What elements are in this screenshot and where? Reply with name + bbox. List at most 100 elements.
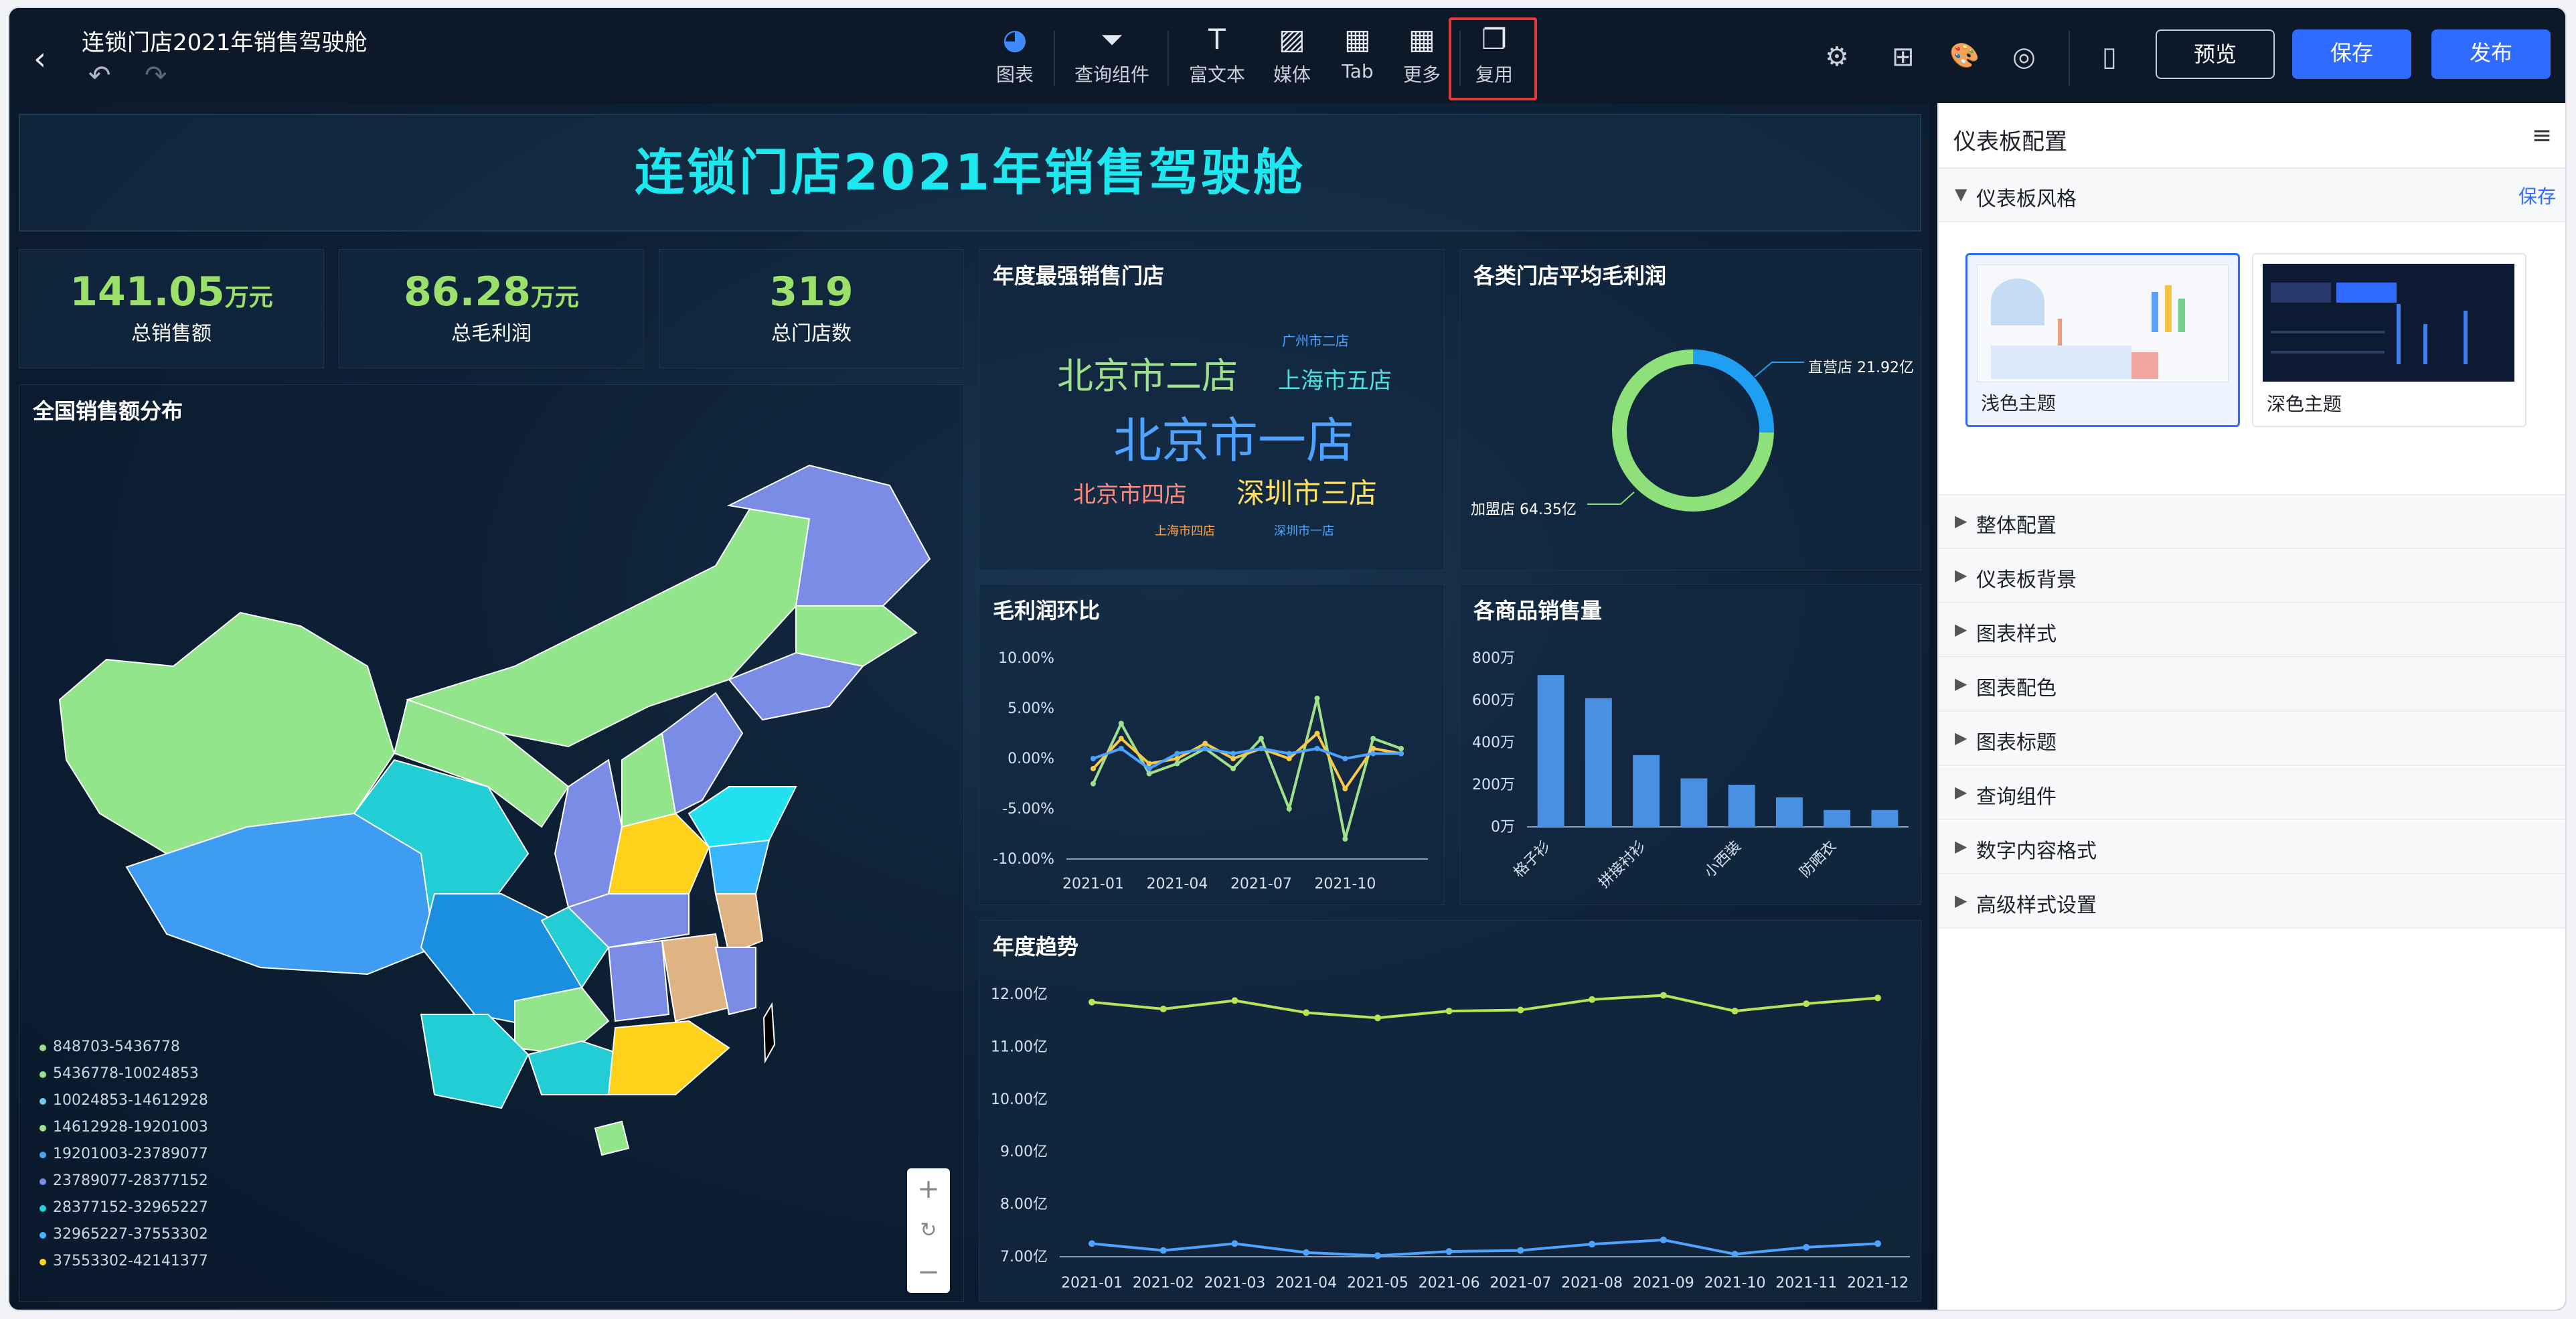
data-point	[1174, 756, 1180, 761]
data-point	[1374, 1014, 1381, 1022]
map-panel[interactable]: 全国销售额分布 848703-5436778 5436778-10024853 10…	[19, 384, 964, 1302]
section-3[interactable]: ▶ 图表配色	[1939, 658, 2565, 712]
donut-slice-直营店	[1692, 350, 1774, 433]
legend-item[interactable]: 28377152-32965227	[39, 1199, 208, 1216]
mom-line-chart[interactable]: 10.00% 5.00% 0.00% -5.00% -10.00% 2021-01 2021…	[979, 585, 1445, 906]
data-point	[1258, 736, 1264, 741]
theme-dark[interactable]: 深色主题	[2252, 253, 2526, 427]
section-1[interactable]: ▶ 仪表板背景	[1939, 550, 2565, 603]
divider	[1054, 31, 1055, 86]
tool-rich-text[interactable]: T 富文本	[1184, 23, 1251, 87]
theme-label: 深色主题	[2267, 393, 2342, 415]
section-7[interactable]: ▶ 高级样式设置	[1939, 875, 2565, 929]
section-0[interactable]: ▶ 整体配置	[1939, 495, 2565, 549]
y-tick-label: 10.00亿	[991, 1091, 1048, 1108]
section-dashboard-style[interactable]: ▼ 仪表板风格 保存	[1939, 169, 2565, 222]
legend-dot	[39, 1152, 46, 1158]
kpi-total-profit[interactable]: 86.28万元 总毛利润	[339, 249, 644, 368]
pie-chart-icon: ◕	[1002, 23, 1028, 56]
region-guangdong	[607, 1020, 730, 1095]
back-arrow-icon[interactable]: ‹	[33, 40, 46, 78]
save-style-link[interactable]: 保存	[2518, 182, 2556, 209]
section-5[interactable]: ▶ 查询组件	[1939, 767, 2565, 820]
theme-label: 浅色主题	[1981, 392, 2057, 414]
tool-tab[interactable]: ▦ Tab	[1330, 23, 1386, 82]
data-point	[1091, 756, 1096, 761]
y-tick-label: 0万	[1491, 819, 1515, 836]
legend-item[interactable]: 32965227-37553302	[39, 1226, 208, 1243]
palette-icon[interactable]: 🎨	[1949, 42, 1980, 70]
layout-icon[interactable]: ⊞	[1892, 42, 1915, 72]
wordcloud-panel[interactable]: 年度最强销售门店 广州市二店 北京市二店 上海市五店 北京市一店 北京市四店 深…	[979, 249, 1445, 570]
kpi-value: 86.28万元	[404, 268, 579, 315]
save-button[interactable]: 保存	[2292, 29, 2411, 79]
trend-line-chart[interactable]: 12.00亿 11.00亿 10.00亿 9.00亿 8.00亿 7.00亿 2021-01…	[979, 921, 1922, 1302]
section-2[interactable]: ▶ 图表样式	[1939, 604, 2565, 657]
kpi-label: 总门店数	[771, 322, 852, 345]
dark-theme-thumbnail	[2263, 264, 2514, 382]
data-point	[1314, 696, 1320, 701]
tool-query-component[interactable]: ⏷ 查询组件	[1068, 23, 1155, 87]
undo-icon[interactable]: ↶	[88, 60, 111, 91]
legend-item[interactable]: 848703-5436778	[39, 1038, 180, 1055]
legend-item[interactable]: 14612928-19201003	[39, 1119, 208, 1136]
data-point	[1398, 751, 1404, 757]
data-point	[1445, 1248, 1453, 1255]
data-point	[1660, 1236, 1667, 1243]
menu-icon[interactable]: ≡	[2532, 122, 2552, 149]
bar-chart[interactable]: 800万 600万 400万 200万 0万格子衫 拼接衬衫 小西装 防晒衣	[1460, 585, 1922, 906]
redo-icon[interactable]: ↷	[145, 60, 167, 91]
data-point	[1202, 746, 1208, 751]
legend-item[interactable]: 23789077-28377152	[39, 1172, 208, 1189]
legend-label: 19201003-23789077	[53, 1146, 208, 1162]
legend-dot	[39, 1125, 46, 1132]
zoom-out-button[interactable]: −	[907, 1251, 950, 1293]
section-6[interactable]: ▶ 数字内容格式	[1939, 821, 2565, 874]
hide-eye-icon[interactable]: ◎	[2012, 42, 2036, 72]
bar-6	[1824, 809, 1851, 827]
x-tick-label: 2021-09	[1633, 1275, 1694, 1292]
china-map[interactable]	[19, 385, 965, 1302]
zoom-reset-button[interactable]: ↻	[907, 1210, 950, 1251]
tool-more[interactable]: ▦ 更多	[1394, 23, 1450, 87]
zoom-in-button[interactable]: +	[907, 1168, 950, 1210]
legend-label: 10024853-14612928	[53, 1092, 208, 1109]
settings-sliders-icon[interactable]: ⚙	[1825, 42, 1849, 72]
bar-panel[interactable]: 各商品销售量 800万 600万 400万 200万 0万 格子衫 拼接衬衫 小西装 防晒衣	[1459, 584, 1921, 905]
tool-media[interactable]: ▨ 媒体	[1264, 23, 1320, 87]
section-4[interactable]: ▶ 图表标题	[1939, 712, 2565, 766]
legend-item[interactable]: 37553302-42141377	[39, 1253, 208, 1269]
donut-panel[interactable]: 各类门店平均毛利润 直营店 21.92亿 加盟店 64.35亿	[1459, 249, 1921, 570]
data-point	[1286, 751, 1292, 757]
data-point	[1517, 1006, 1524, 1014]
donut-chart[interactable]	[1460, 250, 1922, 571]
data-point	[1874, 1240, 1881, 1247]
kpi-store-count[interactable]: 319 总门店数	[659, 249, 964, 368]
legend-item[interactable]: 19201003-23789077	[39, 1146, 208, 1162]
tool-reuse[interactable]: ❐ 复用	[1466, 23, 1522, 87]
data-point	[1370, 746, 1376, 751]
mobile-icon[interactable]: ▯	[2102, 42, 2117, 72]
tool-chart[interactable]: ◕ 图表	[988, 23, 1042, 87]
data-point	[1146, 761, 1152, 767]
region-yunnan	[420, 1014, 530, 1109]
panel-title: 年度最强销售门店	[993, 263, 1165, 289]
x-tick-label: 2021-06	[1419, 1275, 1480, 1292]
legend-item[interactable]: 5436778-10024853	[39, 1065, 199, 1082]
section-label: 仪表板风格	[1976, 187, 2077, 211]
banner: 连锁门店2021年销售驾驶舱	[19, 114, 1921, 232]
region-hainan	[594, 1120, 630, 1156]
region-inner-mongolia	[405, 497, 811, 748]
word: 北京市一店	[1113, 412, 1355, 469]
kpi-total-sales[interactable]: 141.05万元 总销售额	[19, 249, 324, 368]
mom-panel[interactable]: 毛利润环比 10.00% 5.00% 0.00% -5.00% -10.00% 2021-…	[979, 584, 1445, 905]
preview-button[interactable]: 预览	[2156, 29, 2275, 79]
word: 北京市四店	[1073, 481, 1187, 508]
top-toolbar: ‹ 连锁门店2021年销售驾驶舱 ↶ ↷ ◕ 图表 ⏷ 查询组件 T 富文本 ▨ 媒体 …	[9, 8, 2565, 103]
legend-item[interactable]: 10024853-14612928	[39, 1092, 208, 1109]
publish-button[interactable]: 发布	[2431, 29, 2551, 79]
theme-light[interactable]: 浅色主题	[1965, 253, 2240, 427]
legend-dot	[39, 1259, 46, 1265]
tool-label: 查询组件	[1074, 64, 1149, 86]
trend-panel[interactable]: 年度趋势 12.00亿 11.00亿 10.00亿 9.00亿 8.00亿 7.00亿 20…	[979, 920, 1921, 1302]
